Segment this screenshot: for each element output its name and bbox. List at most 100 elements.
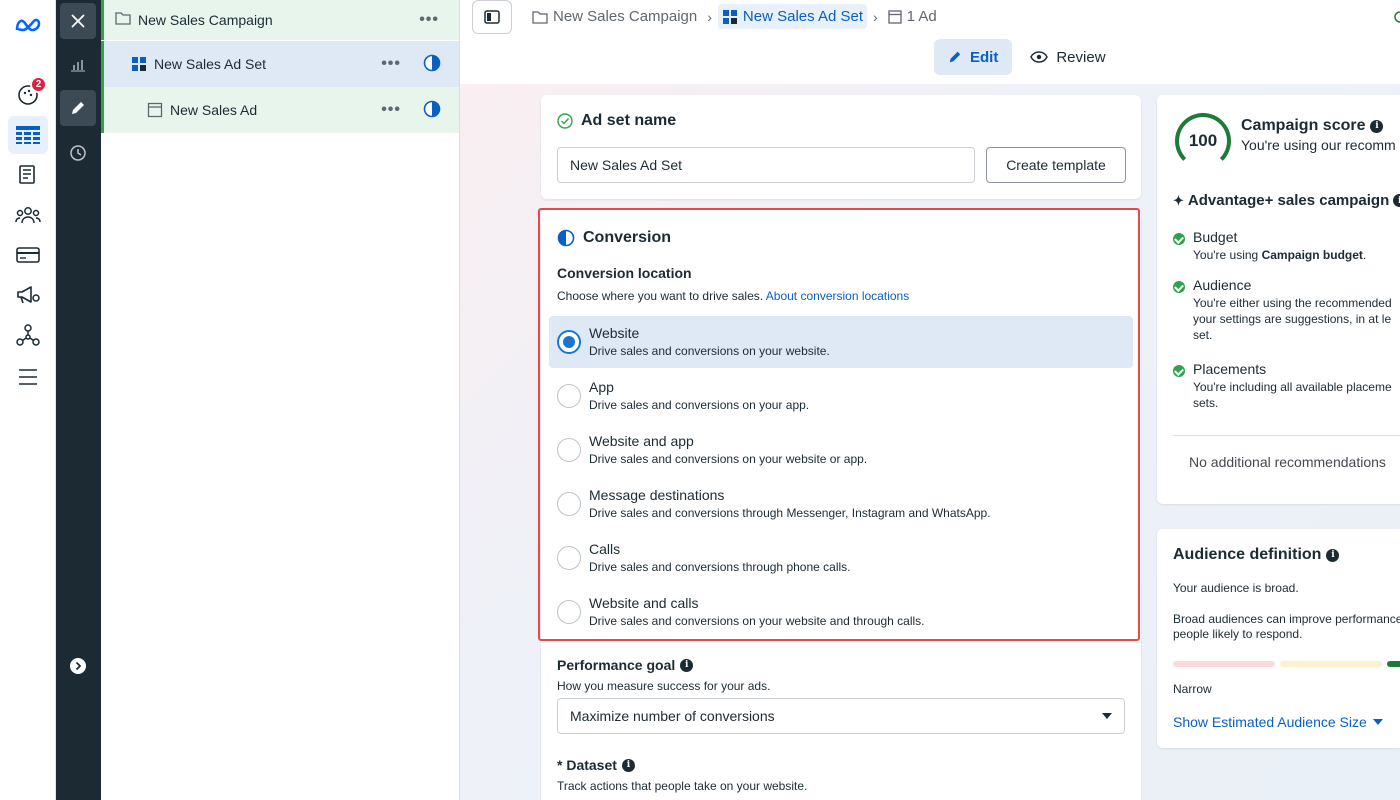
advantage-title: Advantage+ sales campaign	[1187, 192, 1390, 209]
conversion-heading: Conversion	[557, 229, 671, 247]
info-icon[interactable]: i	[621, 758, 635, 772]
performance-goal-value: Maximize number of conversions	[570, 708, 775, 724]
option-app[interactable]: App Drive sales and conversions on your …	[549, 370, 1133, 422]
ad-window-icon	[888, 9, 902, 24]
check-circle-icon	[557, 113, 573, 129]
show-audience-size-link[interactable]: Show Estimated Audience Size	[1173, 714, 1383, 730]
audience-meter-broad	[1387, 661, 1400, 667]
check-circle-icon	[1173, 233, 1185, 245]
campaign-score-subtitle: You're using our recomm	[1241, 137, 1396, 153]
advantage-heading: ✦ Advantage+ sales campaign i	[1173, 192, 1400, 209]
more-options-icon[interactable]: •••	[381, 55, 401, 73]
tree-item-adset[interactable]: New Sales Ad Set •••	[101, 41, 459, 87]
adset-name-heading: Ad set name	[557, 112, 676, 130]
campaign-score-title: Campaign score	[1241, 117, 1366, 134]
audience-narrow-label: Narrow	[1173, 682, 1212, 696]
option-calls[interactable]: Calls Drive sales and conversions throug…	[549, 532, 1133, 584]
rec-budget-desc-bold: Campaign budget	[1261, 248, 1363, 262]
adset-name-card: Ad set name New Sales Ad Set Create temp…	[541, 95, 1141, 199]
option-desc: Drive sales and conversions on your webs…	[589, 614, 925, 628]
info-icon[interactable]: i	[1370, 119, 1384, 133]
dataset-title: * Dataset	[557, 757, 617, 773]
option-website[interactable]: Website Drive sales and conversions on y…	[549, 316, 1133, 368]
radio-app[interactable]	[557, 384, 581, 408]
rec-placements-heading: Placements	[1193, 361, 1267, 377]
main-area: New Sales Campaign › New Sales Ad Set › …	[460, 0, 1400, 800]
create-template-button[interactable]: Create template	[986, 147, 1126, 183]
pages-icon[interactable]	[8, 156, 48, 194]
tree-item-campaign[interactable]: New Sales Campaign •••	[101, 0, 459, 40]
option-label: Calls	[589, 541, 621, 557]
option-label: Message destinations	[589, 487, 725, 503]
meta-logo-icon[interactable]	[8, 6, 48, 44]
ad-window-icon	[147, 102, 163, 121]
expand-chevron-icon[interactable]	[60, 648, 96, 684]
breadcrumb-campaign[interactable]: New Sales Campaign	[528, 4, 701, 29]
campaign-score-heading: Campaign score i	[1241, 117, 1384, 135]
refresh-icon[interactable]	[1390, 10, 1400, 27]
menu-icon[interactable]	[8, 358, 48, 396]
more-options-icon[interactable]: •••	[419, 11, 439, 29]
close-icon[interactable]	[60, 3, 96, 39]
rec-budget-heading: Budget	[1193, 229, 1238, 245]
audiences-icon[interactable]	[8, 196, 48, 234]
option-label: Website and app	[589, 433, 694, 449]
adset-name-input[interactable]: New Sales Ad Set	[557, 147, 975, 183]
tab-review[interactable]: Review	[1016, 39, 1119, 75]
audience-broad-text: Your audience is broad.	[1173, 581, 1299, 595]
audience-definition-heading: Audience definition i	[1173, 546, 1340, 564]
audience-broad-desc: Broad audiences can improve performance	[1173, 612, 1400, 626]
rec-audience-line: your settings are suggestions, in at le	[1193, 312, 1392, 326]
rec-budget-desc-end: .	[1362, 248, 1367, 262]
radio-website[interactable]	[557, 330, 581, 354]
breadcrumb-adset[interactable]: New Sales Ad Set	[717, 4, 867, 29]
tab-edit[interactable]: Edit	[934, 39, 1013, 75]
radio-website-and-calls[interactable]	[557, 600, 581, 624]
campaign-score-card: 100 Campaign score i You're using our re…	[1157, 95, 1400, 504]
folder-icon	[532, 10, 548, 24]
breadcrumb-ad-label: 1 Ad	[906, 8, 937, 25]
tab-review-label: Review	[1056, 48, 1106, 66]
performance-goal-heading: Performance goal i	[557, 657, 694, 673]
notifications-icon[interactable]: 2	[8, 76, 48, 114]
edit-pencil-icon[interactable]	[60, 90, 96, 126]
adset-grid-icon	[131, 56, 147, 75]
performance-goal-desc: How you measure success for your ads.	[557, 679, 771, 693]
global-nav: 2	[0, 0, 56, 800]
breadcrumb-adset-label: New Sales Ad Set	[742, 8, 863, 25]
megaphone-settings-icon[interactable]	[8, 276, 48, 314]
option-desc: Drive sales and conversions on your app.	[589, 398, 810, 412]
dropdown-caret-icon	[1102, 713, 1112, 719]
tree-adset-label: New Sales Ad Set	[154, 56, 267, 72]
campaign-tree: New Sales Campaign ••• New Sales Ad Set …	[101, 0, 460, 800]
tree-item-ad[interactable]: New Sales Ad •••	[101, 87, 459, 133]
rec-budget-desc: You're using Campaign budget.	[1193, 247, 1366, 263]
radio-message-destinations[interactable]	[557, 492, 581, 516]
info-icon[interactable]: i	[1326, 548, 1340, 562]
dataset-heading: * Dataset i	[557, 757, 635, 773]
radio-calls[interactable]	[557, 546, 581, 570]
info-icon[interactable]: i	[1393, 194, 1400, 207]
chart-icon[interactable]	[60, 47, 96, 83]
show-audience-size-label: Show Estimated Audience Size	[1173, 714, 1367, 730]
eye-icon	[1030, 51, 1049, 63]
breadcrumb-ad[interactable]: 1 Ad	[884, 4, 941, 29]
radio-website-and-app[interactable]	[557, 438, 581, 462]
divider	[1173, 435, 1400, 436]
billing-card-icon[interactable]	[8, 236, 48, 274]
about-conversion-locations-link[interactable]: About conversion locations	[766, 289, 909, 303]
option-message-destinations[interactable]: Message destinations Drive sales and con…	[549, 478, 1133, 530]
performance-goal-select[interactable]: Maximize number of conversions	[557, 698, 1125, 734]
option-website-and-calls[interactable]: Website and calls Drive sales and conver…	[549, 586, 1133, 638]
history-clock-icon[interactable]	[60, 135, 96, 171]
audience-definition-title: Audience definition	[1173, 546, 1322, 563]
more-options-icon[interactable]: •••	[381, 101, 401, 119]
panel-toggle-button[interactable]	[472, 0, 512, 34]
network-icon[interactable]	[8, 316, 48, 354]
chevron-right-icon: ›	[707, 8, 712, 25]
option-label: App	[589, 379, 614, 395]
ads-manager-table-icon[interactable]	[8, 116, 48, 154]
option-website-and-app[interactable]: Website and app Drive sales and conversi…	[549, 424, 1133, 476]
half-circle-status-icon	[423, 54, 441, 75]
info-icon[interactable]: i	[680, 658, 694, 672]
